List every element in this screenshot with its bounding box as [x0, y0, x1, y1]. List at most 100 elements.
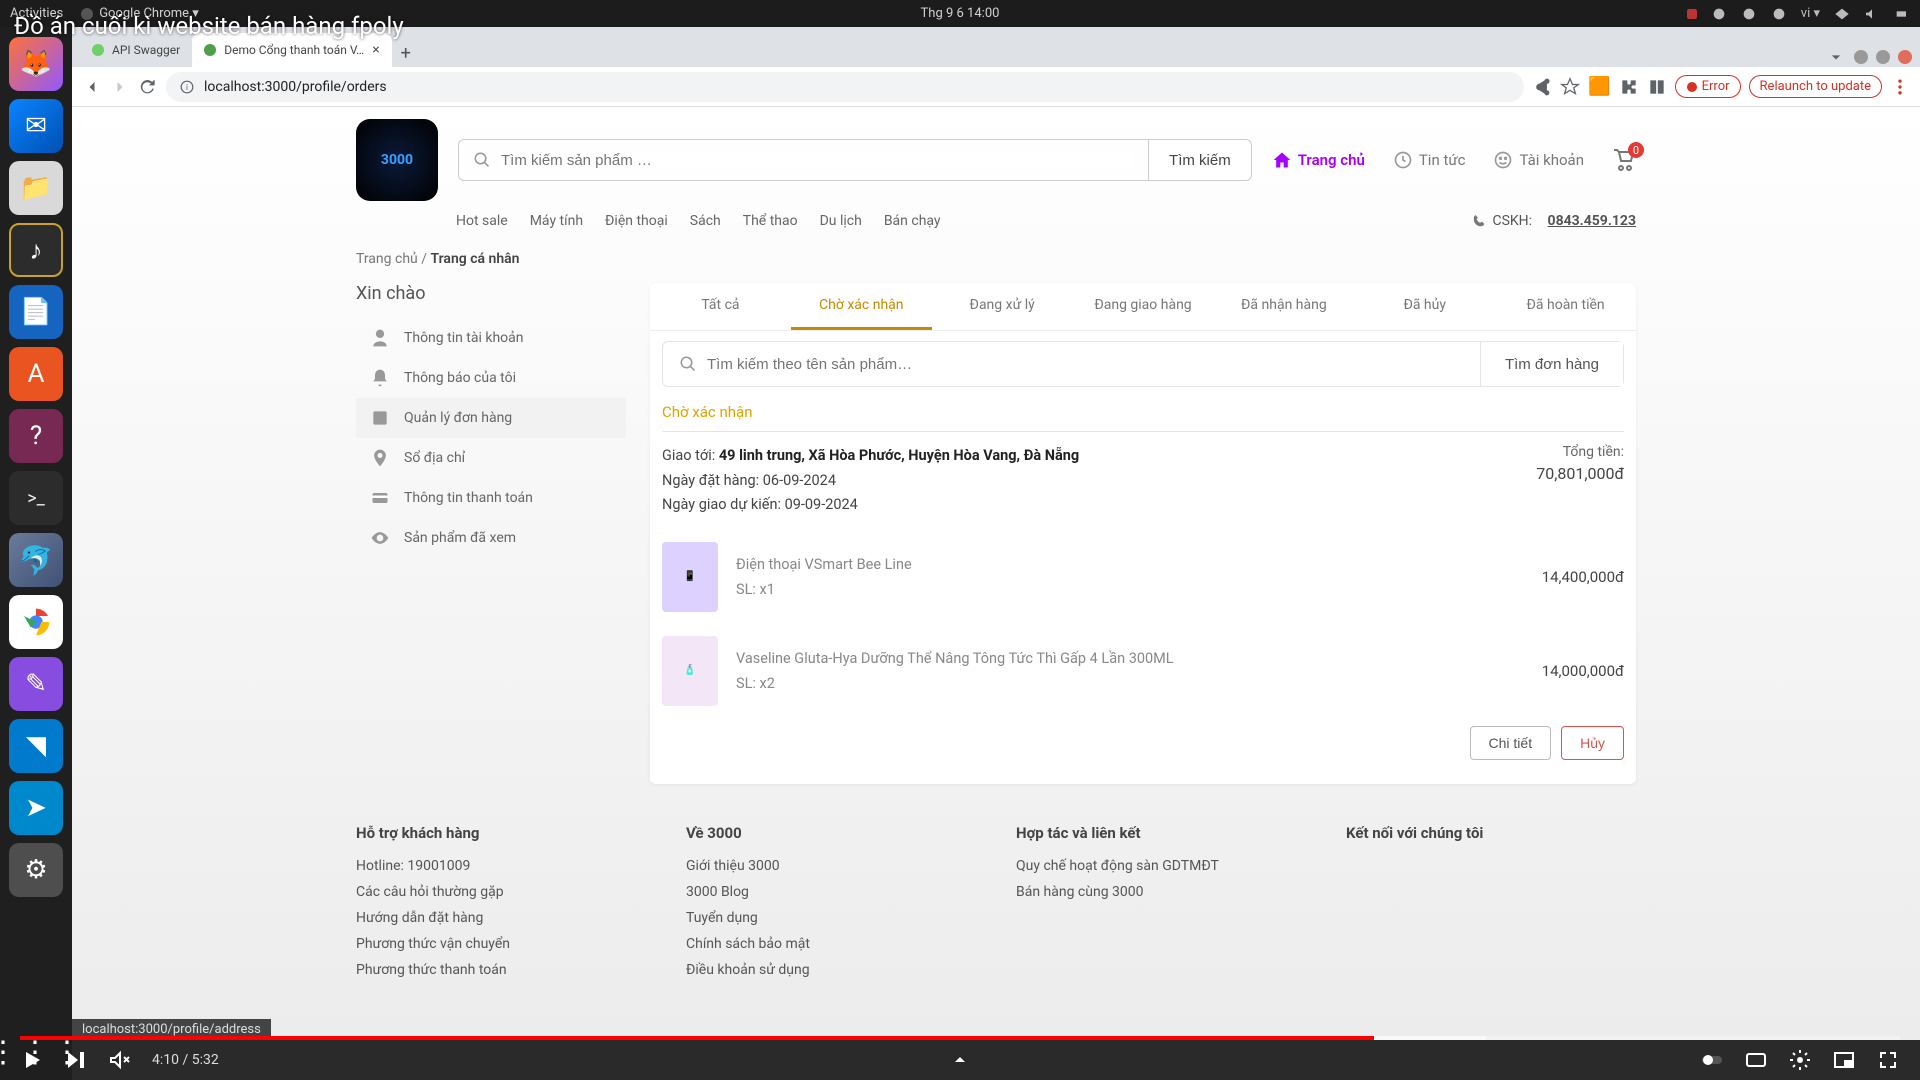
info-icon: i [180, 80, 194, 94]
record-icon[interactable] [1687, 9, 1697, 19]
sidebar-item-addresses[interactable]: Sổ địa chỉ [356, 438, 626, 478]
footer-link[interactable]: Điều khoản sử dụng [686, 962, 976, 978]
dock-telegram-icon[interactable]: ➤ [9, 781, 63, 835]
dock-software-icon[interactable]: A [9, 347, 63, 401]
share-icon[interactable] [1532, 77, 1552, 97]
hotline-number[interactable]: 0843.459.123 [1548, 213, 1636, 229]
dock-firefox-icon[interactable]: 🦊 [9, 37, 63, 91]
window-controls-icon[interactable] [1647, 77, 1667, 97]
dock-help-icon[interactable]: ? [9, 409, 63, 463]
subnav-item[interactable]: Bán chạy [884, 213, 941, 229]
tray-icon[interactable] [1771, 6, 1787, 22]
chevron-up-icon[interactable] [948, 1048, 972, 1072]
puzzle-icon[interactable] [1619, 77, 1639, 97]
footer-link[interactable]: Phương thức thanh toán [356, 962, 646, 978]
tab-shipping[interactable]: Đang giao hàng [1073, 283, 1214, 330]
captions-icon[interactable] [1744, 1048, 1768, 1072]
tab-processing[interactable]: Đang xử lý [932, 283, 1073, 330]
footer-link[interactable]: Hướng dẫn đặt hàng [356, 910, 646, 926]
dock-vscode-icon[interactable]: ◥ [9, 719, 63, 773]
relaunch-button[interactable]: Relaunch to update [1749, 75, 1882, 98]
footer-link[interactable]: Các câu hỏi thường gặp [356, 884, 646, 900]
settings-icon[interactable] [1788, 1048, 1812, 1072]
window-maximize-icon[interactable] [1876, 50, 1890, 64]
sidebar-item-notifications[interactable]: Thông báo của tôi [356, 358, 626, 398]
os-clock[interactable]: Thg 9 6 14:00 [921, 6, 1000, 21]
mute-icon[interactable] [108, 1048, 132, 1072]
star-icon[interactable] [1560, 77, 1580, 97]
window-close-icon[interactable] [1898, 50, 1912, 64]
subnav-item[interactable]: Du lịch [820, 213, 862, 229]
sidebar-item-orders[interactable]: Quản lý đơn hàng [356, 398, 626, 438]
dock-chrome-icon[interactable] [9, 595, 63, 649]
reload-icon[interactable] [138, 77, 158, 97]
order-search-input[interactable] [707, 356, 1464, 373]
tab-all[interactable]: Tất cả [650, 283, 791, 330]
lang-indicator[interactable]: vi ▾ [1801, 6, 1820, 21]
sidebar-item-account-info[interactable]: Thông tin tài khoản [356, 318, 626, 358]
nav-home[interactable]: Trang chủ [1272, 150, 1365, 170]
footer-heading: Về 3000 [686, 824, 976, 842]
tab-pending[interactable]: Chờ xác nhận [791, 283, 932, 330]
search-button[interactable]: Tìm kiếm [1148, 139, 1252, 181]
sidebar-item-payment[interactable]: Thông tin thanh toán [356, 478, 626, 518]
footer-link[interactable]: Tuyển dụng [686, 910, 976, 926]
forward-icon[interactable] [110, 77, 130, 97]
dock-rhythmbox-icon[interactable]: ♪ [9, 223, 63, 277]
tray-icon[interactable] [1711, 6, 1727, 22]
site-header: 3000 Tìm kiếm Trang chủ Tin tức [356, 107, 1636, 201]
address-bar[interactable]: i localhost:3000/profile/orders [166, 72, 1524, 102]
subnav-item[interactable]: Sách [690, 213, 721, 229]
window-minimize-icon[interactable] [1854, 50, 1868, 64]
new-tab-button[interactable]: + [392, 39, 420, 67]
subnav-item[interactable]: Hot sale [456, 213, 508, 229]
tab-received[interactable]: Đã nhận hàng [1213, 283, 1354, 330]
dock-workbench-icon[interactable]: 🐬 [9, 533, 63, 587]
dock-writer-icon[interactable]: 📄 [9, 285, 63, 339]
dock-files-icon[interactable]: 📁 [9, 161, 63, 215]
search-input[interactable] [501, 152, 1134, 169]
browser-menu-icon[interactable] [1890, 77, 1910, 97]
play-icon[interactable] [20, 1048, 44, 1072]
tray-icon[interactable] [1741, 6, 1757, 22]
extension-icon[interactable]: 🟧 [1588, 76, 1610, 97]
footer-link[interactable]: 3000 Blog [686, 884, 976, 900]
breadcrumb-home[interactable]: Trang chủ [356, 251, 418, 267]
network-icon[interactable] [1834, 6, 1850, 22]
footer-link[interactable]: Hotline: 19001009 [356, 858, 646, 874]
cancel-button[interactable]: Hủy [1561, 726, 1624, 760]
tab-refunded[interactable]: Đã hoàn tiền [1495, 283, 1636, 330]
bell-icon [370, 368, 390, 388]
error-badge[interactable]: Error [1675, 75, 1741, 98]
chevron-down-icon[interactable] [1826, 47, 1846, 67]
sidebar-item-viewed[interactable]: Sản phẩm đã xem [356, 518, 626, 558]
footer-link[interactable]: Chính sách bảo mật [686, 936, 976, 952]
nav-account[interactable]: Tài khoản [1493, 150, 1584, 170]
battery-icon[interactable] [1894, 6, 1910, 22]
nav-news[interactable]: Tin tức [1393, 150, 1466, 170]
volume-icon[interactable] [1864, 6, 1880, 22]
subnav-item[interactable]: Thể thao [743, 213, 798, 229]
back-icon[interactable] [82, 77, 102, 97]
dock-settings-icon[interactable]: ⚙ [9, 843, 63, 897]
dock-terminal-icon[interactable]: >_ [9, 471, 63, 525]
footer-link[interactable]: Giới thiệu 3000 [686, 858, 976, 874]
miniplayer-icon[interactable] [1832, 1048, 1856, 1072]
detail-button[interactable]: Chi tiết [1470, 726, 1552, 760]
site-logo[interactable]: 3000 [356, 119, 438, 201]
tab-close-icon[interactable]: × [372, 42, 379, 58]
footer-link[interactable]: Phương thức vận chuyển [356, 936, 646, 952]
dock-editor-icon[interactable]: ✎ [9, 657, 63, 711]
nav-cart[interactable]: 0 [1612, 148, 1636, 172]
subnav-item[interactable]: Máy tính [530, 213, 583, 229]
subnav-item[interactable]: Điện thoại [605, 213, 668, 229]
orders-icon [370, 408, 390, 428]
next-icon[interactable] [64, 1048, 88, 1072]
dock-thunderbird-icon[interactable]: ✉ [9, 99, 63, 153]
order-search-button[interactable]: Tìm đơn hàng [1480, 342, 1623, 386]
footer-link[interactable]: Bán hàng cùng 3000 [1016, 884, 1306, 900]
autoplay-toggle-icon[interactable] [1700, 1048, 1724, 1072]
footer-link[interactable]: Quy chế hoạt động sàn GDTMĐT [1016, 858, 1306, 874]
fullscreen-icon[interactable] [1876, 1048, 1900, 1072]
tab-cancelled[interactable]: Đã hủy [1354, 283, 1495, 330]
